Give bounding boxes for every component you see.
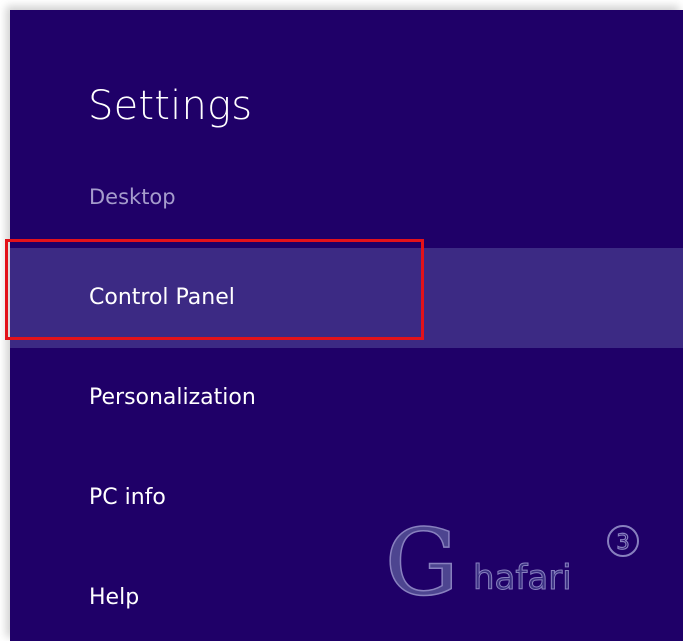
menu-item-label: Control Panel <box>89 285 235 310</box>
screenshot-frame: Settings Desktop Control Panel Personali… <box>0 0 683 641</box>
watermark-text: hafari <box>473 558 572 598</box>
menu-item-personalization[interactable]: Personalization <box>10 348 683 448</box>
watermark-initial: G <box>385 509 459 606</box>
watermark-badge: 3 <box>616 530 629 554</box>
context-subtitle: Desktop <box>89 185 176 209</box>
menu-item-control-panel[interactable]: Control Panel <box>10 248 683 348</box>
ghafari-watermark: G hafari 3 <box>384 508 639 606</box>
settings-charm-panel: Settings Desktop Control Panel Personali… <box>10 10 683 641</box>
menu-item-label: Personalization <box>89 385 256 410</box>
panel-title: Settings <box>88 83 253 129</box>
menu-item-label: PC info <box>89 485 166 510</box>
menu-item-label: Help <box>89 585 140 610</box>
